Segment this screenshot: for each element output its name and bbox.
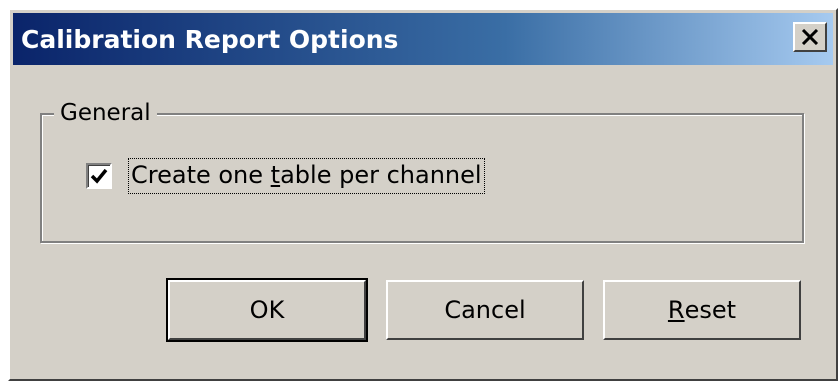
close-button[interactable] (793, 22, 827, 52)
one-table-per-channel-checkbox[interactable] (86, 163, 112, 189)
general-group-label: General (54, 99, 157, 127)
label-prefix: Create one (131, 161, 271, 189)
checkmark-icon (90, 168, 108, 184)
reset-button[interactable]: Reset (603, 280, 801, 340)
cancel-button-label: Cancel (444, 296, 526, 324)
reset-button-label-rest: eset (684, 296, 737, 324)
label-suffix: able per channel (280, 161, 482, 189)
one-table-per-channel-label[interactable]: Create one table per channel (128, 158, 485, 194)
window-title: Calibration Report Options (21, 24, 399, 54)
cancel-button[interactable]: Cancel (386, 280, 584, 340)
reset-mnemonic: R (667, 296, 685, 324)
title-bar[interactable]: Calibration Report Options (13, 13, 833, 65)
one-table-per-channel-option[interactable]: Create one table per channel (86, 158, 485, 194)
ok-button-label: OK (249, 296, 285, 324)
close-icon (801, 29, 819, 45)
label-mnemonic: t (270, 161, 281, 189)
ok-button[interactable]: OK (166, 278, 368, 342)
